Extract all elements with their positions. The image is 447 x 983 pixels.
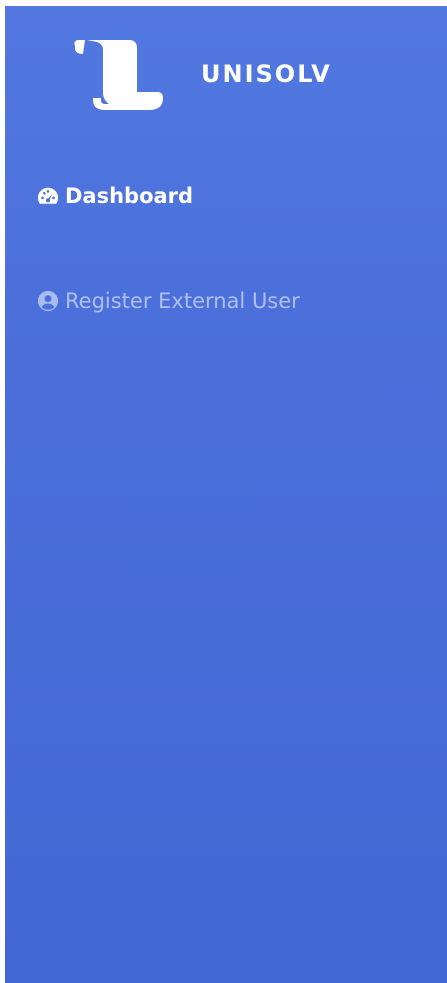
sidebar-item-register-external-user[interactable]: Register External User	[37, 289, 300, 313]
user-circle-icon	[37, 290, 59, 312]
sidebar: UNISOLV Dashboard Register External User	[5, 6, 447, 983]
sidebar-item-label: Dashboard	[65, 184, 194, 208]
tachometer-icon	[37, 187, 59, 204]
brand-name: UNISOLV	[201, 60, 332, 88]
brand[interactable]: UNISOLV	[71, 38, 330, 114]
sidebar-item-dashboard[interactable]: Dashboard	[37, 184, 193, 208]
sidebar-item-label: Register External User	[65, 289, 300, 313]
scroll-icon	[74, 40, 163, 110]
